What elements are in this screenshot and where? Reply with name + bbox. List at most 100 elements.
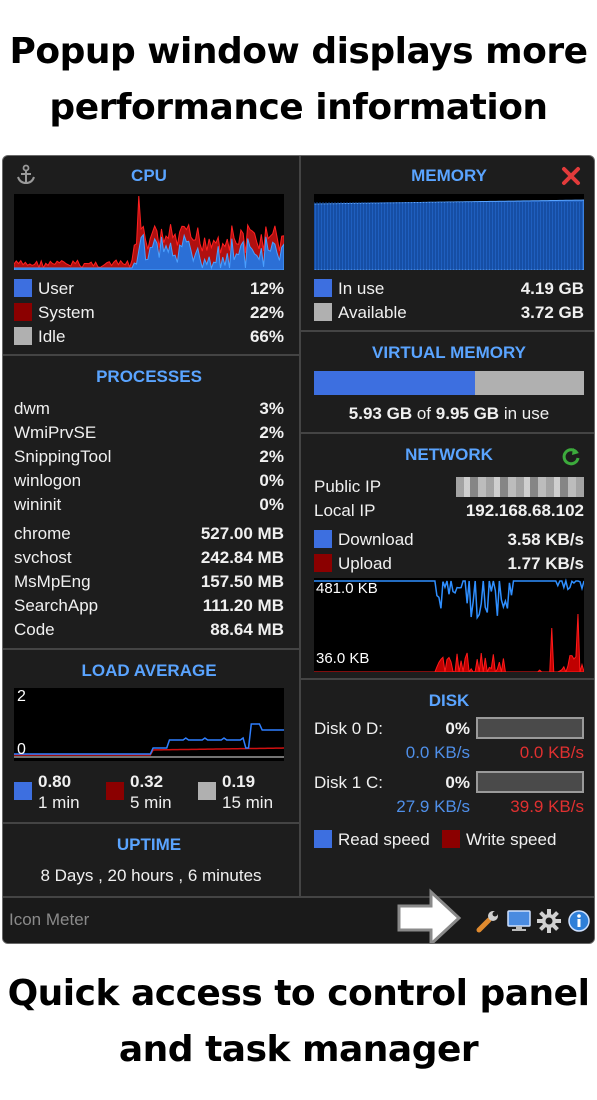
disk-percent: 0% (445, 773, 470, 792)
refresh-icon[interactable] (560, 445, 582, 467)
process-memory-row: chrome 527.00 MB (14, 523, 284, 545)
load-item: 0.32 5 min (106, 772, 196, 816)
memory-row-label: In use (338, 279, 385, 298)
disk-usage-bar (476, 717, 584, 739)
process-cpu-row-label: dwm (14, 399, 50, 418)
network-graph-top-label: 481.0 KB (316, 580, 378, 597)
upload-row: Upload 1.77 KB/s (314, 553, 584, 575)
memory-graph-svg (314, 199, 584, 270)
disk-legend: Read speed Write speed (314, 829, 584, 851)
cpu-row-swatch (14, 279, 32, 297)
divider (301, 678, 594, 680)
load-1min-line (14, 723, 284, 755)
app-name: Icon Meter (9, 910, 90, 929)
network-graph: 481.0 KB 36.0 KB (314, 578, 584, 672)
headline-bottom-line-1: Quick access to control panel (7, 973, 590, 1014)
load-value: 0.19 (222, 772, 256, 791)
cpu-graph-svg (14, 195, 284, 270)
icon-meter-popup: CPU User 12% System 22% Idle 66% MEMORY In us… (2, 155, 595, 944)
load-item: 0.80 1 min (14, 772, 104, 816)
disk-percent: 0% (445, 719, 470, 738)
upload-swatch (314, 554, 332, 572)
write-speed-label: Write speed (466, 830, 557, 849)
memory-row-swatch (314, 279, 332, 297)
divider (3, 354, 299, 356)
virtual-memory-total: 9.95 GB (435, 404, 500, 423)
cpu-row: System 22% (14, 302, 284, 324)
process-memory-row-label: Code (14, 620, 55, 639)
cpu-row-value: 66% (249, 327, 284, 346)
process-cpu-row: wininit 0% (14, 494, 284, 516)
process-cpu-row-label: wininit (14, 495, 62, 514)
disk-read-speed: 27.9 KB/s (396, 797, 470, 816)
process-memory-row-value: 111.20 MB (202, 596, 284, 615)
process-cpu-row-value: 2% (259, 447, 284, 466)
memory-title: MEMORY (411, 166, 487, 185)
gear-icon[interactable] (536, 908, 562, 934)
close-icon[interactable] (560, 165, 582, 187)
headline-top-line-1: Popup window displays more (9, 31, 588, 72)
process-cpu-row-label-wrap: WmiPrvSE (14, 422, 96, 444)
process-memory-row-value: 88.64 MB (210, 620, 284, 639)
process-cpu-row-label-wrap: SnippingTool (14, 446, 111, 468)
read-speed-swatch (314, 830, 332, 848)
upload-label: Upload (338, 554, 392, 573)
virtual-memory-title: VIRTUAL MEMORY (372, 343, 526, 362)
process-memory-row-value: 527.00 MB (200, 524, 284, 543)
process-memory-row: SearchApp 111.20 MB (14, 595, 284, 617)
process-cpu-row-label: SnippingTool (14, 447, 112, 466)
wrench-icon[interactable] (475, 908, 501, 934)
network-graph-bottom-label: 36.0 KB (316, 650, 370, 667)
load-swatch (198, 782, 216, 800)
process-memory-row-label-wrap: chrome (14, 523, 71, 545)
load-average-title: LOAD AVERAGE (81, 661, 217, 680)
uptime-title: UPTIME (116, 835, 182, 854)
bottom-bar: Icon Meter (3, 888, 594, 943)
column-divider (299, 156, 301, 896)
memory-row-label-wrap: Available (314, 302, 407, 324)
uptime-value: 8 Days , 20 hours , 6 minutes (40, 866, 262, 885)
info-icon[interactable] (566, 908, 592, 934)
disk-read-speed: 0.0 KB/s (405, 743, 470, 762)
cpu-row-value: 12% (249, 279, 284, 298)
download-value: 3.58 KB/s (507, 530, 584, 549)
load-y-bottom: 0 (17, 741, 26, 758)
process-memory-row-label: MsMpEng (14, 572, 91, 591)
headline-bottom: Quick access to control panel and task m… (0, 966, 597, 1078)
load-period: 1 min (38, 793, 80, 812)
download-row: Download 3.58 KB/s (314, 529, 584, 551)
local-ip-value: 192.168.68.102 (465, 501, 584, 520)
cpu-row-value: 22% (249, 303, 284, 322)
process-cpu-row-label-wrap: dwm (14, 398, 50, 420)
monitor-icon[interactable] (506, 908, 532, 934)
process-memory-row-label: SearchApp (14, 596, 99, 615)
virtual-memory-bar-fill (314, 371, 475, 395)
process-cpu-row-value: 0% (259, 495, 284, 514)
cpu-row-label: System (38, 303, 95, 322)
process-memory-row-label-wrap: svchost (14, 547, 72, 569)
headline-top-line-2: performance information (49, 87, 548, 128)
process-memory-row-label: chrome (14, 524, 71, 543)
public-ip-label: Public IP (314, 477, 382, 496)
process-memory-row-label-wrap: MsMpEng (14, 571, 91, 593)
process-memory-row-label-wrap: Code (14, 619, 55, 641)
process-memory-row-label-wrap: SearchApp (14, 595, 98, 617)
memory-row-label: Available (338, 303, 407, 322)
cpu-row: User 12% (14, 278, 284, 300)
cpu-row-swatch (14, 303, 32, 321)
disk-write-speed: 0.0 KB/s (519, 743, 584, 762)
process-cpu-row-value: 2% (259, 423, 284, 442)
public-ip-value-redacted (456, 477, 584, 499)
virtual-memory-usage: 5.93 GB of 9.95 GB in use (303, 404, 594, 424)
process-memory-row: MsMpEng 157.50 MB (14, 571, 284, 593)
cpu-row-label-wrap: Idle (14, 326, 65, 348)
divider (301, 330, 594, 332)
process-cpu-row: SnippingTool 2% (14, 446, 284, 468)
cpu-row-swatch (14, 327, 32, 345)
upload-value: 1.77 KB/s (507, 554, 584, 573)
download-label: Download (338, 530, 414, 549)
local-ip-row: Local IP 192.168.68.102 (314, 500, 584, 522)
divider (3, 648, 299, 650)
virtual-memory-bar (314, 371, 584, 395)
process-cpu-row-value: 0% (259, 471, 284, 490)
